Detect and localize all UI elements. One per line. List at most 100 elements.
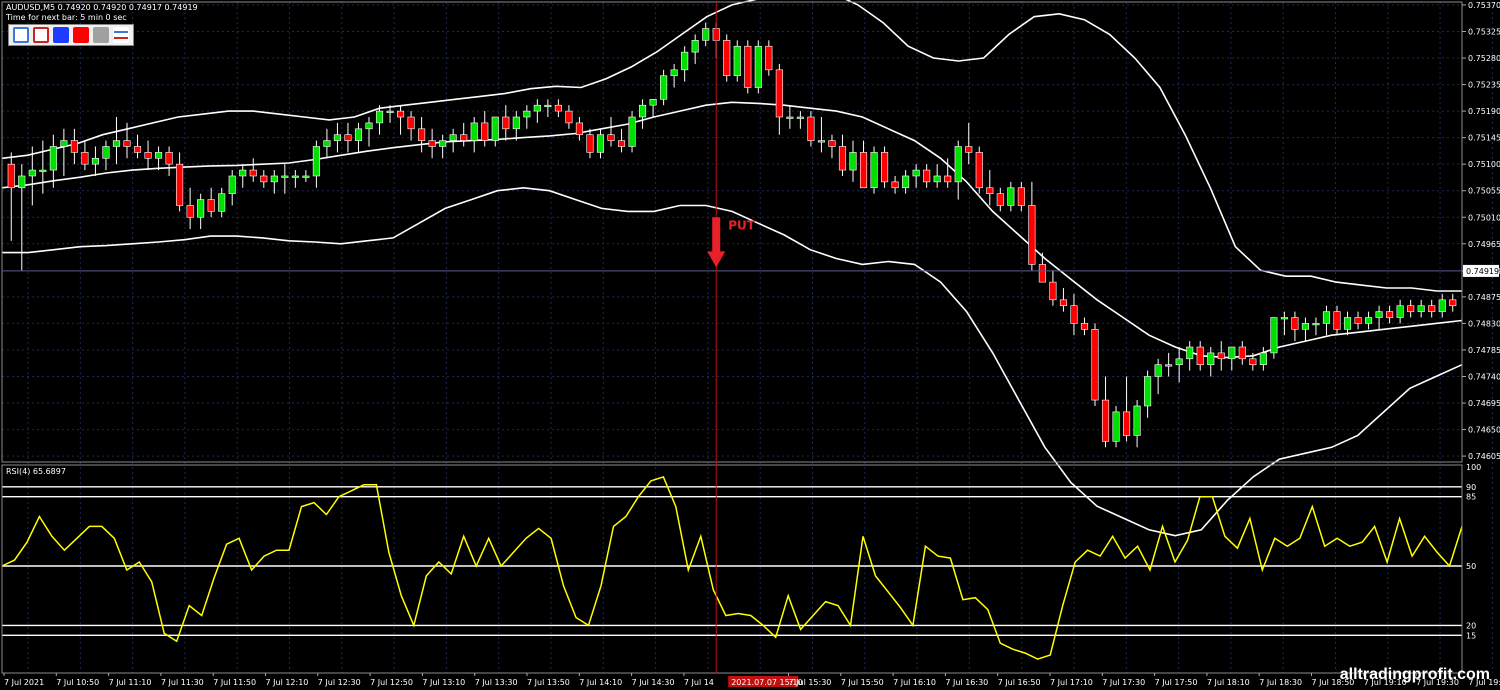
candle — [144, 140, 152, 171]
solid-red-box-button[interactable] — [73, 27, 89, 43]
bull-candle-body — [1175, 358, 1183, 365]
bear-candle-body — [923, 169, 931, 183]
candle — [912, 164, 920, 188]
candle — [133, 134, 142, 159]
candle — [228, 170, 236, 206]
bear-candle-body — [481, 122, 489, 141]
candle — [786, 105, 794, 129]
candle — [60, 128, 68, 176]
candle — [112, 117, 121, 165]
candle — [102, 140, 110, 171]
candle — [796, 111, 804, 129]
line-tool-button[interactable] — [113, 27, 129, 43]
bear-candle-body — [249, 169, 257, 177]
time-tick-label: 7 Jul 14:30 — [632, 678, 675, 687]
candle — [817, 117, 825, 153]
put-label: PUT — [728, 218, 756, 232]
bull-candle-body — [449, 134, 457, 141]
price-tick-label: 0.74785 — [1468, 346, 1500, 355]
bear-candle-body — [1333, 311, 1341, 330]
time-tick-label: 7 Jul 11:30 — [161, 678, 204, 687]
bear-candle-body — [428, 140, 436, 147]
time-tick-label: 7 Jul 13:30 — [475, 678, 518, 687]
bear-candle-body — [607, 134, 615, 141]
solid-gray-box-button[interactable] — [93, 27, 109, 43]
bear-candle-body — [1291, 317, 1299, 330]
time-tick-label: 7 Jul 17:10 — [1050, 678, 1093, 687]
candle — [954, 140, 962, 200]
bear-candle-body — [586, 134, 594, 153]
candle — [1186, 341, 1194, 371]
bear-candle-body — [123, 140, 131, 147]
bear-candle-body — [1070, 305, 1078, 324]
bear-candle-body — [1038, 264, 1046, 283]
current-price-label: 0.74919 — [1466, 267, 1499, 276]
candle — [207, 187, 215, 218]
outline-red-box-button[interactable] — [33, 27, 49, 43]
bear-candle-body — [1196, 346, 1204, 365]
bull-candle-body — [312, 146, 320, 177]
bear-candle-body — [1449, 299, 1457, 307]
bear-candle-body — [975, 152, 983, 189]
bollinger-bands — [1, 0, 1463, 537]
solid-blue-box-button[interactable] — [53, 27, 69, 43]
bear-candle-body — [554, 104, 562, 112]
bear-candle-body — [81, 152, 89, 165]
bull-candle-body — [1007, 187, 1015, 206]
candle — [1217, 341, 1225, 371]
bull-candle-body — [354, 128, 363, 141]
lower-band — [2, 186, 1463, 537]
bear-candle-body — [1080, 323, 1089, 330]
candle — [565, 105, 573, 129]
candle — [165, 146, 173, 176]
bear-candle-body — [744, 45, 752, 88]
bear-candle-body — [1091, 329, 1099, 401]
price-tick-label: 0.74740 — [1468, 372, 1500, 381]
time-tick-label: 7 Jul 2021 — [4, 678, 44, 687]
outline-blue-box-button[interactable] — [13, 27, 29, 43]
candle — [312, 140, 320, 188]
time-tick-label: 7 Jul 12:50 — [370, 678, 413, 687]
candle — [1365, 311, 1373, 330]
bull-candle-body — [796, 116, 804, 119]
time-tick-label: 7 Jul 18:10 — [1207, 678, 1250, 687]
price-tick-label: 0.74605 — [1468, 452, 1500, 461]
candle — [491, 116, 499, 147]
candle — [344, 122, 352, 153]
rsi-tick-label: 20 — [1466, 621, 1476, 630]
candle — [607, 117, 615, 147]
trading-chart[interactable]: 100 9085 50 2015 RSI(4) 65.6897 0.75370 0.753… — [0, 0, 1500, 690]
candle — [1449, 293, 1457, 312]
bull-candle-body — [60, 140, 68, 147]
candle — [1228, 346, 1236, 371]
candle — [365, 117, 373, 147]
bull-candle-body — [691, 40, 699, 53]
candle — [523, 105, 531, 129]
candle — [1333, 305, 1341, 336]
bull-candle-body — [218, 193, 226, 212]
candle — [838, 134, 847, 176]
candle — [218, 187, 226, 218]
bull-candle-body — [375, 110, 384, 124]
bear-candle-body — [1238, 346, 1246, 360]
bear-candle-body — [565, 110, 573, 124]
bear-candle-body — [1059, 299, 1067, 307]
put-arrow-shaft — [712, 217, 721, 254]
bull-candle-body — [49, 146, 57, 171]
time-tick-label: 7 Jul 11:10 — [109, 678, 152, 687]
candle — [397, 105, 405, 135]
bull-candle-body — [365, 122, 373, 130]
candle — [744, 40, 752, 94]
candle — [596, 128, 605, 159]
drawing-toolbar — [8, 24, 134, 46]
price-tick-label: 0.75010 — [1468, 213, 1500, 222]
bull-candle-body — [1270, 317, 1278, 354]
rsi-tick-label: 15 — [1466, 631, 1476, 640]
bull-candle-body — [1375, 311, 1383, 318]
time-tick-label: 7 Jul 13:10 — [422, 678, 465, 687]
bull-candle-body — [1228, 346, 1236, 360]
candle — [1196, 341, 1204, 371]
bull-candle-body — [1112, 411, 1120, 442]
price-tick-label: 0.74830 — [1468, 319, 1500, 328]
candle — [586, 128, 594, 159]
